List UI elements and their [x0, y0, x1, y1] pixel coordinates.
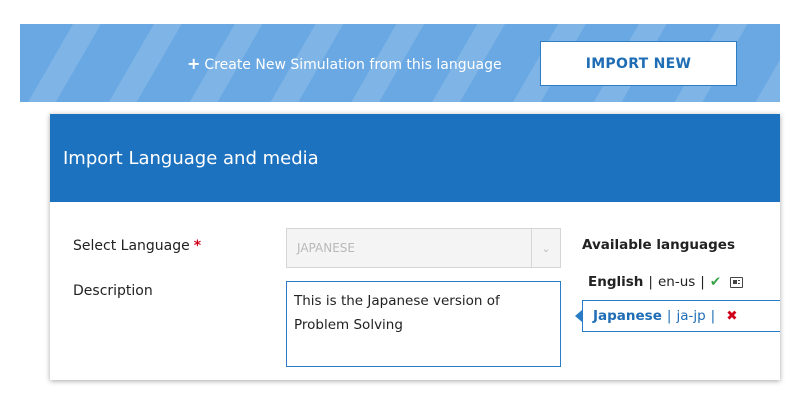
separator: |	[710, 308, 716, 324]
create-simulation-label: Create New Simulation from this language	[204, 57, 502, 73]
language-item-japanese[interactable]: Japanese | ja-jp | ✖	[582, 300, 780, 332]
language-code: en-us	[657, 274, 696, 290]
language-name: Japanese	[593, 308, 662, 324]
chevron-down-icon[interactable]: ⌄	[531, 229, 560, 267]
dialog-title: Import Language and media	[63, 147, 319, 169]
description-field[interactable]: This is the Japanese version of Problem …	[286, 281, 561, 367]
select-language-label: Select Language *	[73, 238, 201, 254]
plus-icon: +	[187, 54, 201, 73]
separator: |	[666, 308, 672, 324]
close-icon[interactable]: ✖	[726, 308, 737, 324]
language-select-value: JAPANESE	[297, 241, 355, 255]
check-icon: ✔	[709, 274, 722, 290]
separator: |	[700, 274, 705, 290]
description-label: Description	[73, 283, 153, 299]
create-simulation-link[interactable]: + Create New Simulation from this languag…	[187, 54, 502, 73]
select-language-label-text: Select Language	[73, 238, 190, 254]
import-new-button[interactable]: IMPORT NEW	[540, 41, 737, 86]
required-marker: *	[193, 238, 202, 254]
available-languages-title: Available languages	[582, 237, 735, 253]
media-icon[interactable]	[730, 276, 744, 288]
language-item-english[interactable]: English | en-us | ✔	[588, 274, 744, 290]
language-code: ja-jp	[676, 308, 706, 324]
import-dialog: Import Language and media Select Languag…	[50, 114, 780, 380]
separator: |	[648, 274, 653, 290]
language-name: English	[588, 274, 644, 290]
dialog-header: Import Language and media	[50, 114, 780, 202]
language-select[interactable]: JAPANESE ⌄	[286, 228, 561, 268]
selection-pointer	[575, 310, 582, 322]
